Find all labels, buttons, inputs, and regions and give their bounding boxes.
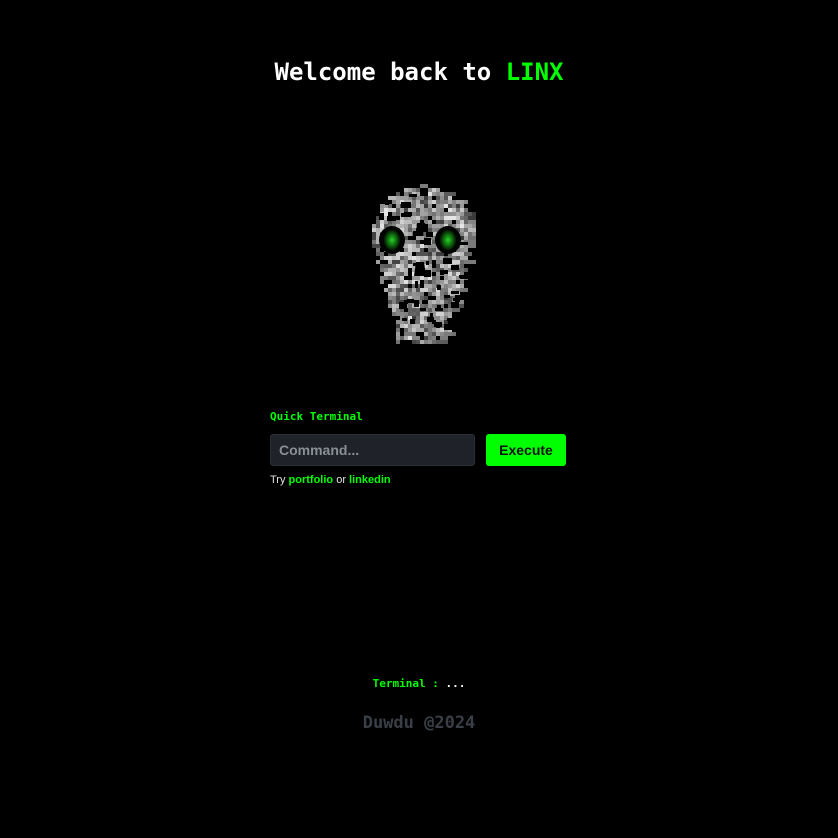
glitch-skull-icon [364,180,476,348]
linkedin-link[interactable]: linkedin [349,474,391,486]
footer-credit: Duwdu @2024 [362,713,476,733]
command-input[interactable] [270,434,475,466]
quick-terminal-label: Quick Terminal [270,410,363,423]
terminal-status-label: Terminal : [372,677,446,690]
hint-prefix: Try [270,474,289,486]
execute-button[interactable]: Execute [486,434,566,466]
portfolio-link[interactable]: portfolio [289,474,334,486]
command-hint: Try portfolio or linkedin [270,474,391,486]
hint-middle: or [333,474,350,486]
title-prefix: Welcome back to [274,58,506,86]
terminal-status-value: ... [445,677,466,690]
brand-name: LINX [505,58,564,86]
page-title: Welcome back to LINX [0,58,838,86]
page: Welcome back to LINX Quick Terminal Exec… [0,0,838,838]
terminal-status: Terminal : ... [0,677,838,690]
